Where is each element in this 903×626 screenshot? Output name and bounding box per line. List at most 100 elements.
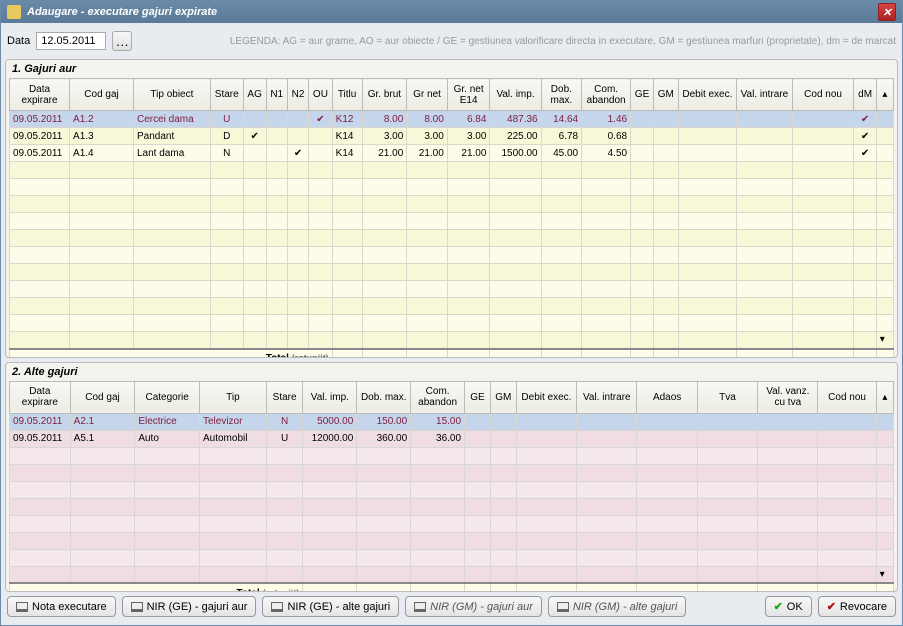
date-input[interactable] [36,32,106,50]
scrollbar-track[interactable] [876,247,893,264]
table-row[interactable]: ▾ [10,332,894,349]
table-row[interactable] [10,498,894,515]
col-gm[interactable]: GM [653,79,678,111]
col-com-abandon[interactable]: Com. abandon [582,79,631,111]
col-val-imp[interactable]: Val. imp. [490,79,541,111]
scrollbar-track[interactable] [876,230,893,247]
col-val-intrare[interactable]: Val. intrare [737,79,792,111]
col-ou[interactable]: OU [309,79,332,111]
table-row[interactable] [10,532,894,549]
col-dob-max[interactable]: Dob. max. [541,79,582,111]
col2-adaos[interactable]: Adaos [637,381,697,413]
scrollbar-track[interactable] [876,264,893,281]
nir-gm-alte-gajuri-button[interactable]: NIR (GM) - alte gajuri [548,596,687,617]
scrollbar-track[interactable] [876,481,893,498]
col2-tva[interactable]: Tva [697,381,757,413]
col-dm[interactable]: dM [854,79,876,111]
scrollbar-track[interactable] [876,298,893,315]
table-row[interactable] [10,281,894,298]
scrollbar-track[interactable] [876,430,893,447]
table-row[interactable] [10,264,894,281]
grid-alte-gajuri[interactable]: Data expirare Cod gaj Categorie Tip Star… [9,381,894,591]
col2-cod-gaj[interactable]: Cod gaj [70,381,135,413]
col-stare[interactable]: Stare [210,79,243,111]
table-row[interactable] [10,162,894,179]
col-gr-brut[interactable]: Gr. brut [362,79,407,111]
col2-gm[interactable]: GM [490,381,516,413]
col-tip-obiect[interactable]: Tip obiect [134,79,211,111]
col-debit-exec[interactable]: Debit exec. [678,79,737,111]
scrollbar-track[interactable] [876,111,893,128]
col2-data-expirare[interactable]: Data expirare [10,381,71,413]
col2-val-vanz[interactable]: Val. vanz. cu tva [758,381,818,413]
scrollbar-track[interactable] [876,532,893,549]
nir-ge-alte-gajuri-button[interactable]: NIR (GE) - alte gajuri [262,596,399,617]
table-row[interactable] [10,298,894,315]
scrollbar-track[interactable]: ▾ [876,332,893,349]
table-row[interactable] [10,247,894,264]
col2-debit-exec[interactable]: Debit exec. [516,381,576,413]
scrollbar-track[interactable] [876,549,893,566]
table-row[interactable] [10,196,894,213]
table-row[interactable]: 09.05.2011A1.2Cercei damaU✔K128.008.006.… [10,111,894,128]
date-picker-button[interactable]: … [112,31,132,51]
grid-gajuri-aur[interactable]: Data expirare Cod gaj Tip obiect Stare A… [9,78,894,357]
col2-dob-max[interactable]: Dob. max. [357,381,411,413]
table-row[interactable]: ▾ [10,566,894,583]
col2-val-imp[interactable]: Val. imp. [303,381,357,413]
scrollbar-track[interactable] [876,464,893,481]
nota-executare-button[interactable]: Nota executare [7,596,116,617]
table-row[interactable] [10,447,894,464]
table-row[interactable]: 09.05.2011A2.1ElectriceTelevizorN5000.00… [10,413,894,430]
table-row[interactable] [10,464,894,481]
grid1-header[interactable]: Data expirare Cod gaj Tip obiect Stare A… [10,79,894,111]
col2-ge[interactable]: GE [465,381,491,413]
scrollbar-track[interactable] [876,447,893,464]
table-row[interactable] [10,549,894,566]
table-row[interactable] [10,515,894,532]
col-ge[interactable]: GE [631,79,654,111]
col2-stare[interactable]: Stare [266,381,303,413]
table-row[interactable]: 09.05.2011A5.1AutoAutomobilU12000.00360.… [10,430,894,447]
scrollbar-track[interactable] [876,413,893,430]
col2-val-intrare[interactable]: Val. intrare [577,381,637,413]
scrollbar-track[interactable] [876,315,893,332]
scrollbar-track[interactable] [876,128,893,145]
ok-button[interactable]: ✔OK [765,596,812,617]
nir-ge-gajuri-aur-button[interactable]: NIR (GE) - gajuri aur [122,596,257,617]
col2-cod-nou[interactable]: Cod nou [818,381,876,413]
col-n1[interactable]: N1 [266,79,287,111]
scrollbar-track[interactable] [876,179,893,196]
scrollbar-track[interactable]: ▾ [876,566,893,583]
grid2-header[interactable]: Data expirare Cod gaj Categorie Tip Star… [10,381,894,413]
col-ag[interactable]: AG [243,79,266,111]
revocare-button[interactable]: ✔Revocare [818,596,896,617]
table-row[interactable] [10,179,894,196]
scrollbar-track[interactable] [876,196,893,213]
scrollbar-track[interactable] [876,281,893,298]
scrollbar-track[interactable] [876,145,893,162]
col-cod-nou[interactable]: Cod nou [792,79,854,111]
table-row[interactable] [10,315,894,332]
table-row[interactable]: 09.05.2011A1.3PandantD✔K143.003.003.0022… [10,128,894,145]
col-titlu[interactable]: Titlu [332,79,362,111]
scrollbar-track[interactable] [876,213,893,230]
col2-tip[interactable]: Tip [199,381,266,413]
col2-com-abandon[interactable]: Com. abandon [411,381,465,413]
table-row[interactable] [10,481,894,498]
col-data-expirare[interactable]: Data expirare [10,79,70,111]
col-gr-net[interactable]: Gr net [407,79,448,111]
col-n2[interactable]: N2 [287,79,308,111]
scrollbar-track[interactable] [876,498,893,515]
col-cod-gaj[interactable]: Cod gaj [70,79,134,111]
col-gr-net-e14[interactable]: Gr. net E14 [447,79,490,111]
grid1-scrollbar-up[interactable]: ▴ [876,79,893,111]
nir-gm-gajuri-aur-button[interactable]: NIR (GM) - gajuri aur [405,596,542,617]
scrollbar-track[interactable] [876,162,893,179]
grid2-scrollbar-up[interactable]: ▴ [876,381,893,413]
scrollbar-track[interactable] [876,515,893,532]
table-row[interactable] [10,230,894,247]
col2-categorie[interactable]: Categorie [135,381,200,413]
table-row[interactable]: 09.05.2011A1.4Lant damaN✔K1421.0021.0021… [10,145,894,162]
table-row[interactable] [10,213,894,230]
